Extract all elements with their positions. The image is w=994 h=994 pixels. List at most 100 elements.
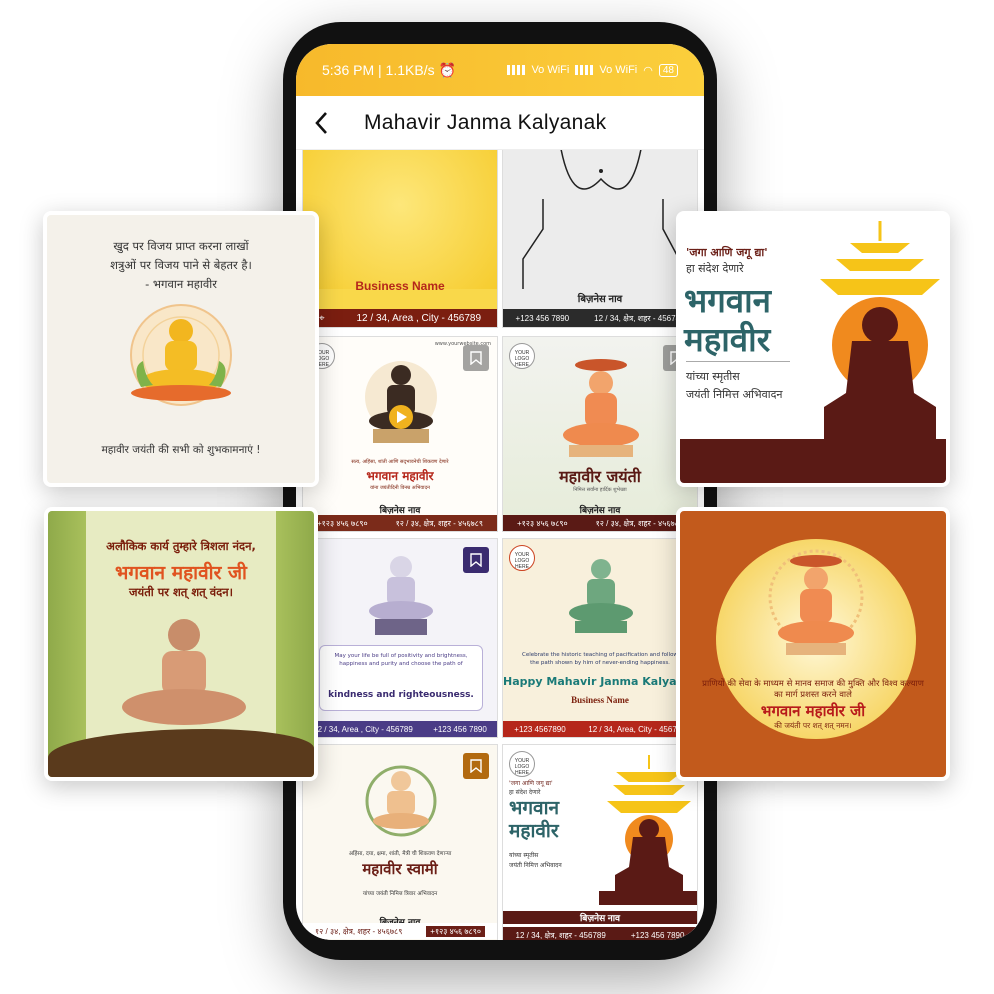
sub-line-2: जयंती निमित्त अभिवादन	[509, 862, 562, 869]
signal-icon	[575, 65, 594, 75]
address-text: १२ / ३४, क्षेत्र, शहर - ४५६७८९	[314, 926, 403, 936]
mahavir-illustration	[768, 549, 864, 655]
subtitle: निमित्त सर्वांना हार्दिक शुभेच्छा	[573, 487, 627, 493]
bookmark-icon[interactable]	[463, 345, 489, 371]
message-text: Celebrate the historic teaching of pacif…	[522, 652, 678, 666]
message-text: May your life be full of positivity and …	[334, 653, 468, 667]
phone-text: +१२३ ४५६ ७८९०	[316, 518, 368, 528]
template-card[interactable]: बिज़नेस नाव +123 456 7890 12 / 34, क्षेत…	[502, 150, 698, 328]
page-title: Mahavir Janma Kalyanak	[364, 110, 607, 134]
subtitle: यांच्या जयंती निमित्त त्रिवार अभिवादन	[362, 891, 438, 897]
address-text: 12 / 34, क्षेत्र, शहर - 456789	[594, 313, 685, 323]
logo-placeholder: YOUR LOGO HERE	[509, 343, 535, 369]
template-card[interactable]: Business Name ⌖ 12 / 34, Area , City - 4…	[302, 150, 498, 328]
battery-icon: 48	[658, 63, 678, 77]
message-text: प्राणियों की सेवा के माध्यम से मानव समाज…	[702, 679, 924, 700]
title: भगवान महावीर	[366, 469, 434, 483]
phone-text: +123 456 7890	[433, 724, 487, 734]
status-bar: 5:36 PM | 1.1KB/s ⏰ Vo WiFi Vo WiFi ◠ 48	[296, 44, 704, 96]
big-title-line-2: महावीर	[509, 820, 559, 842]
mahavir-illustration	[130, 304, 232, 406]
poem-line-1: अलौकिक कार्य तुम्हारे त्रिशला नंदन,	[106, 539, 256, 553]
business-name: बिज़नेस नाव	[503, 911, 697, 924]
tagline: अहिंसा, दया, क्षमा, शांती, मैत्री ची शिक…	[348, 851, 452, 857]
phone-text: +१२३ ४५६ ७८९०	[426, 925, 486, 937]
big-title-line-1: भगवान	[684, 281, 771, 320]
app-bar: Mahavir Janma Kalyanak	[296, 96, 704, 150]
tile-footer: ⌖ 12 / 34, Area , City - 456789	[303, 309, 497, 327]
template-card[interactable]: YOUR LOGO HERE महावीर जयंती निमित्त सर्व…	[502, 336, 698, 532]
tile-footer: १२ / ३४, क्षेत्र, शहर - ४५६७८९ +१२३ ४५६ …	[303, 923, 497, 939]
phone-frame: 5:36 PM | 1.1KB/s ⏰ Vo WiFi Vo WiFi ◠ 48…	[283, 22, 717, 960]
signal-icon	[507, 65, 526, 75]
tagline: सत्य, अहिंसा, शांती आणि सद्‌भावनेची शिकव…	[351, 459, 449, 465]
promo-composition: 5:36 PM | 1.1KB/s ⏰ Vo WiFi Vo WiFi ◠ 48…	[0, 0, 994, 994]
template-card[interactable]: YOUR LOGO HERE 'जगा आणि जगू द्या' हा संद…	[502, 744, 698, 940]
quote-line-2: हा संदेश देणारे	[509, 789, 541, 796]
mahavir-illustration	[122, 619, 246, 725]
logo-placeholder: YOUR LOGO HERE	[509, 545, 535, 571]
title: भगवान महावीर जी	[760, 702, 866, 720]
base-band	[680, 439, 946, 483]
title: Happy Mahavir Janma Kalyanak	[503, 675, 698, 688]
business-name: Business Name	[355, 279, 445, 293]
subtitle: की जयंती पर शत् शत् नमन।	[774, 721, 852, 730]
poem-highlight: भगवान महावीर जी	[115, 562, 247, 584]
mahavir-idol-illustration	[369, 556, 433, 635]
message-box: May your life be full of positivity and …	[319, 645, 483, 711]
tile-footer: +123 4567890 12 / 34, Area, City - 45678…	[503, 721, 697, 737]
poem-line-3: जयंती पर शत् शत् वंदन।	[129, 585, 233, 599]
address-text: 12 / 34, Area , City - 456789	[313, 724, 413, 734]
divider	[686, 361, 790, 362]
back-arrow-icon[interactable]	[296, 96, 346, 150]
quote-line: 'जगा आणि जगू द्या'	[509, 780, 553, 787]
buddha-outline	[522, 150, 680, 289]
tile-footer: 12 / 34, क्षेत्र, शहर - 456789 +123 456 …	[503, 927, 697, 940]
quote-line-2: हा संदेश देणारे	[686, 262, 744, 275]
network-label-1: Vo WiFi	[531, 64, 570, 76]
status-time: 5:36 PM | 1.1KB/s	[322, 62, 435, 78]
template-card[interactable]: अहिंसा, दया, क्षमा, शांती, मैत्री ची शिक…	[302, 744, 498, 940]
alarm-icon: ⏰	[438, 61, 457, 78]
phone-screen: 5:36 PM | 1.1KB/s ⏰ Vo WiFi Vo WiFi ◠ 48…	[296, 44, 704, 940]
phone-text: +123 456 7890	[630, 930, 685, 940]
bookmark-icon[interactable]	[463, 547, 489, 573]
address-text: 12 / 34, क्षेत्र, शहर - 456789	[515, 930, 606, 940]
template-card[interactable]: May your life be full of positivity and …	[302, 538, 498, 738]
poster-card: 'जगा आणि जगू द्या' हा संदेश देणारे भगवान…	[676, 211, 950, 487]
message-highlight: kindness and righteousness.	[328, 690, 474, 700]
phone-text: +१२३ ४५६ ७८९०	[516, 518, 568, 528]
logo-placeholder: YOUR LOGO HERE	[509, 751, 535, 777]
wifi-icon: ◠	[643, 64, 653, 77]
quote-line-2: शत्रुओं पर विजय पाने से बेहतर है।	[110, 258, 252, 272]
network-label-2: Vo WiFi	[599, 64, 638, 76]
tile-footer: +123 456 7890 12 / 34, क्षेत्र, शहर - 45…	[503, 309, 697, 327]
tile-footer: +१२३ ४५६ ७८९० १२ / ३४, क्षेत्र, शहर - ४५…	[303, 515, 497, 531]
address-text: 12 / 34, Area , City - 456789	[356, 312, 482, 324]
phone-text: +123 456 7890	[515, 313, 570, 323]
location-icon: ⌖	[318, 312, 325, 324]
big-title-line-1: भगवान	[509, 797, 560, 819]
subtitle: यांना जयंतीदिनी विनम्र अभिवादन	[370, 485, 430, 491]
quote-line-1: खुद पर विजय प्राप्त करना लाखों	[113, 239, 249, 253]
address-text: 12 / 34, Area, City - 456789	[588, 724, 686, 734]
greeting-text: महावीर जयंती की सभी को शुभकामनाएं !	[101, 444, 261, 456]
ground	[48, 729, 314, 777]
address-text: १२ / ३४, क्षेत्र, शहर - ४५६७८९	[595, 518, 684, 528]
tile-footer: +१२३ ४५६ ७८९० १२ / ३४, क्षेत्र, शहर - ४५…	[503, 515, 697, 531]
title: महावीर स्वामी	[362, 860, 438, 878]
mahavir-idol-illustration	[569, 559, 633, 633]
quote-attribution: - भगवान महावीर	[145, 277, 217, 291]
template-card[interactable]: YOUR LOGO HERE Celebrate the historic te…	[502, 538, 698, 738]
poster-card: अलौकिक कार्य तुम्हारे त्रिशला नंदन, भगवा…	[44, 507, 318, 781]
template-card[interactable]: YOUR LOGO HERE www.yourwebsite.com सत्य,…	[302, 336, 498, 532]
poster-card: खुद पर विजय प्राप्त करना लाखों शत्रुओं प…	[43, 211, 319, 487]
business-name: बिज़नेस नाव	[577, 294, 623, 305]
sub-line-1: यांच्या स्मृतीस	[686, 370, 740, 383]
template-grid: Business Name ⌖ 12 / 34, Area , City - 4…	[296, 150, 704, 940]
quote-text: खुद पर विजय प्राप्त करना लाखों शत्रुओं प…	[57, 237, 305, 294]
quote-line: 'जगा आणि जगू द्या'	[686, 246, 768, 259]
bookmark-icon[interactable]	[463, 753, 489, 779]
phone-text: +123 4567890	[514, 724, 566, 734]
tile-footer: 12 / 34, Area , City - 456789 +123 456 7…	[303, 721, 497, 737]
